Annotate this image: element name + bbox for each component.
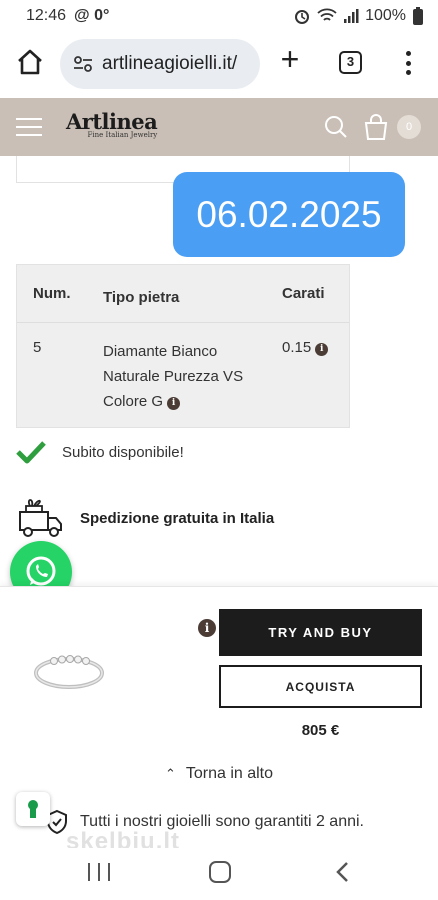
carats-text: 0.15 xyxy=(282,339,312,356)
back-icon[interactable] xyxy=(333,860,353,884)
more-menu-icon[interactable] xyxy=(398,48,418,78)
battery-percent: 100% xyxy=(365,7,406,24)
shipping-row: Spedizione gratuita in Italia xyxy=(16,496,274,540)
sticky-buy-bar: i TRY AND BUY ACQUISTA 805 € ⌃ Torna in a… xyxy=(0,586,438,848)
info-icon[interactable]: i xyxy=(315,343,329,356)
status-extra: @ 0° xyxy=(74,7,110,24)
checkmark-icon xyxy=(16,441,46,464)
logo-name: Artlinea xyxy=(66,109,158,134)
info-icon[interactable]: i xyxy=(167,397,181,410)
cell-num: 5 xyxy=(33,339,42,356)
date-overlay: 06.02.2025 xyxy=(173,172,405,257)
wifi-icon xyxy=(317,8,337,21)
table-row: 5 Diamante Bianco Naturale Purezza VS Co… xyxy=(17,323,349,427)
search-icon[interactable] xyxy=(324,115,348,139)
recent-apps-icon[interactable] xyxy=(88,863,110,883)
shipping-text: Spedizione gratuita in Italia xyxy=(80,509,275,527)
try-info-icon[interactable]: i xyxy=(198,619,216,637)
alarm-icon xyxy=(295,10,310,24)
signal-icon xyxy=(344,9,359,23)
address-bar[interactable]: artlineagioielli.it/ xyxy=(60,39,260,89)
battery-icon xyxy=(413,7,423,25)
browser-toolbar: artlineagioielli.it/ + 3 xyxy=(0,34,438,94)
cell-stone-type: Diamante Bianco Naturale Purezza VS Colo… xyxy=(103,339,263,414)
system-nav-bar xyxy=(0,848,438,900)
hamburger-menu-icon[interactable] xyxy=(16,118,42,136)
availability-text: Subito disponibile! xyxy=(62,443,184,461)
status-time: 12:46 xyxy=(26,7,67,24)
header-carats: Carati xyxy=(282,285,325,302)
back-to-top-link[interactable]: ⌃ Torna in alto xyxy=(0,765,438,783)
cart-count-badge[interactable]: 0 xyxy=(397,115,421,139)
home-nav-icon[interactable] xyxy=(209,861,231,883)
status-icons: 100% xyxy=(293,6,424,26)
header-num: Num. xyxy=(33,285,71,302)
new-tab-icon[interactable]: + xyxy=(276,43,304,75)
home-icon[interactable] xyxy=(14,46,46,78)
table-header: Num. Tipo pietra Carati xyxy=(17,265,349,323)
stone-table: Num. Tipo pietra Carati 5 Diamante Bianc… xyxy=(16,264,350,428)
try-and-buy-button[interactable]: TRY AND BUY xyxy=(219,609,422,656)
ring-product-image xyxy=(34,655,104,689)
keyhole-icon xyxy=(28,800,38,818)
url-text: artlineagioielli.it/ xyxy=(102,53,238,74)
back-to-top-text: Torna in alto xyxy=(185,765,274,782)
delivery-truck-icon xyxy=(19,499,62,537)
whatsapp-icon xyxy=(26,556,56,586)
buy-button[interactable]: ACQUISTA xyxy=(219,665,422,708)
site-header: Artlinea Fine Italian Jewelry 0 xyxy=(0,98,438,156)
tab-switcher-button[interactable]: 3 xyxy=(339,51,362,74)
availability-row: Subito disponibile! xyxy=(16,440,184,464)
site-settings-icon[interactable] xyxy=(72,53,94,75)
cell-carats: 0.15 i xyxy=(282,339,329,356)
site-logo[interactable]: Artlinea Fine Italian Jewelry xyxy=(66,109,158,140)
shopping-bag-icon[interactable] xyxy=(363,113,389,141)
security-badge[interactable] xyxy=(16,792,50,826)
status-bar: 12:46 @ 0° 100% xyxy=(0,0,438,32)
chevron-up-icon: ⌃ xyxy=(164,766,176,781)
header-stone-type: Tipo pietra xyxy=(103,289,180,306)
price: 805 € xyxy=(301,722,340,739)
